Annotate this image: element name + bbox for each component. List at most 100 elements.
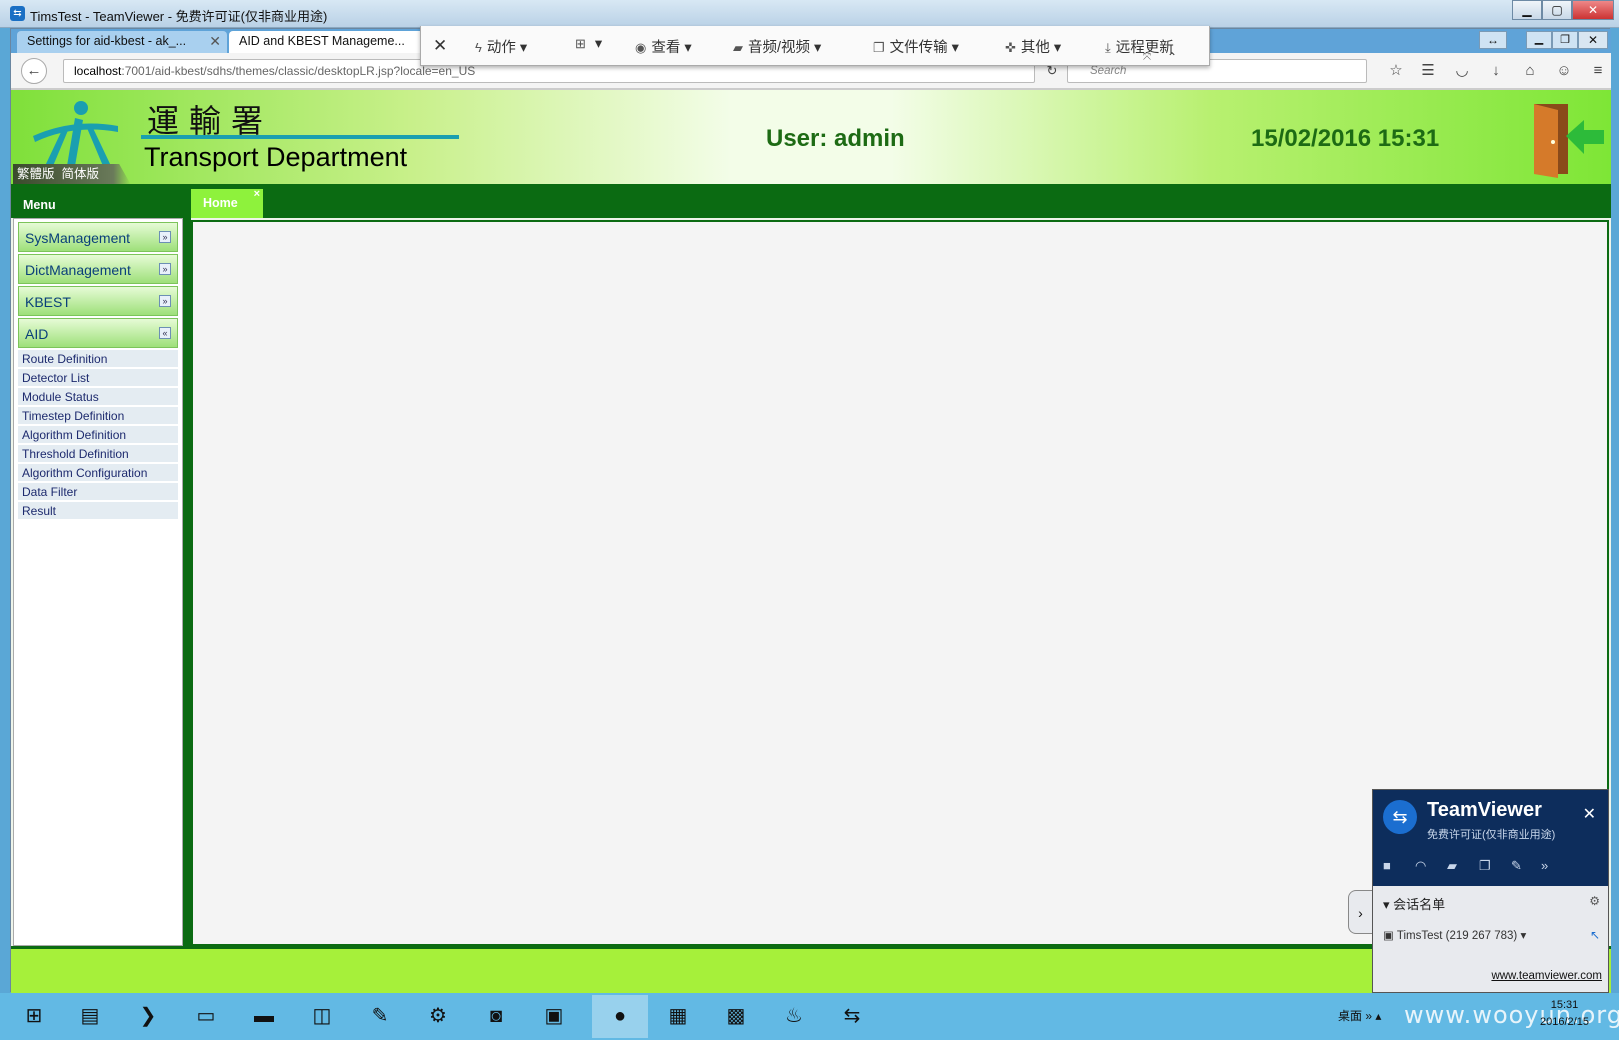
tab-settings[interactable]: Settings for aid-kbest - ak_... ✕ [17,31,227,53]
menu-item-data-filter[interactable]: Data Filter [18,483,178,501]
url-path: :7001/aid-kbest/sdhs/themes/classic/desk… [121,64,476,78]
accordion-label: SysManagement [25,230,131,246]
remote-update-button[interactable]: ⤓ 远程更新 [1105,36,1174,57]
menu-item-module-status[interactable]: Module Status [18,388,178,406]
teamviewer-logo-icon: ⇆ [1383,800,1417,834]
menu-title: Menu [23,198,56,212]
java-icon[interactable]: ♨ [766,995,822,1038]
accordion-kbest[interactable]: KBEST » [18,286,178,316]
lang-traditional-link[interactable]: 繁體版 [17,167,55,181]
minimize-button[interactable]: ▁ [1512,0,1542,20]
file-explorer-icon[interactable]: ▭ [178,995,234,1038]
teamviewer-link[interactable]: www.teamviewer.com [1491,970,1602,982]
logout-icon[interactable] [1526,98,1606,178]
teamviewer-taskbar-icon[interactable]: ⇆ [824,995,880,1038]
firefox-icon[interactable]: ● [592,995,648,1038]
actions-menu[interactable]: ϟ 动作 ▾ [475,36,527,57]
control-panel-icon[interactable]: ▦ [650,995,706,1038]
home-icon[interactable]: ⌂ [1519,61,1541,81]
desktop-toolbar-label[interactable]: 桌面 [1338,1009,1362,1023]
file-transfer-menu[interactable]: ❐ 文件传输 ▾ [873,36,959,57]
close-tab-icon[interactable]: ✕ [209,33,221,50]
accordion-sysmanagement[interactable]: SysManagement » [18,222,178,252]
file-icon: ❐ [873,40,885,55]
panel-close-icon[interactable]: ✕ [1583,804,1596,824]
gear-icon[interactable]: ⚙ [1589,894,1600,908]
powershell-icon[interactable]: ❯ [120,995,176,1038]
menu-item-detector-list[interactable]: Detector List [18,369,178,387]
reading-list-icon[interactable]: ☰ [1417,61,1439,81]
command-prompt-icon[interactable]: ▬ [236,995,292,1038]
headset-icon[interactable]: ◠ [1415,858,1426,874]
browser-minimize-icon[interactable]: ▁ [1526,31,1552,49]
tools-icon[interactable]: ✎ [1511,858,1522,874]
collapse-toolbar-icon[interactable]: ⌃ [1167,50,1177,64]
window-title: TimsTest - TeamViewer - 免费许可证(仅非商业用途) [30,9,328,24]
close-button[interactable]: ✕ [1572,0,1614,20]
notes-icon[interactable]: ◫ [294,995,350,1038]
title-underline [141,135,459,139]
pointer-icon[interactable]: ↖ [1590,928,1600,942]
view-menu[interactable]: ◉ 查看 ▾ [635,36,692,57]
session-list-header[interactable]: ▾ 会话名单 [1383,894,1445,913]
accordion-label: DictManagement [25,262,131,278]
window-app-icon[interactable]: ▣ [526,995,582,1038]
expand-icon[interactable]: » [159,231,171,243]
chat-icon[interactable]: ▰ [1447,858,1457,874]
file-icon[interactable]: ❐ [1479,858,1491,874]
menu-item-threshold-definition[interactable]: Threshold Definition [18,445,178,463]
maximize-button[interactable]: ▢ [1542,0,1572,20]
server-manager-icon[interactable]: ▤ [62,995,118,1038]
toolbar-close-icon[interactable]: ✕ [433,36,447,56]
menu-item-algorithm-definition[interactable]: Algorithm Definition [18,426,178,444]
url-host: localhost [74,64,122,78]
chat-icon[interactable]: ☺ [1553,61,1575,81]
more-icon[interactable]: » [1541,858,1548,873]
tab-label: Settings for aid-kbest - ak_... [27,34,187,48]
current-user: User: admin [766,125,905,152]
close-home-tab-icon[interactable]: × [254,180,260,209]
menu-item-timestep-definition[interactable]: Timestep Definition [18,407,178,425]
sidebar-splitter[interactable] [183,218,191,946]
windows-menu[interactable]: ⊞ ▾ [575,36,602,52]
resize-icon[interactable]: ↔ [1479,31,1507,49]
tab-label: AID and KBEST Manageme... [239,34,405,48]
menu-icon[interactable]: ≡ [1587,61,1609,81]
teamviewer-toolbar: ✕ ϟ 动作 ▾ ⊞ ▾ ◉ 查看 ▾ ▰ 音频/视频 ▾ ❐ 文件传输 ▾ ✜ 其他 ▾… [420,26,1210,66]
download-icon: ⤓ [1105,40,1111,55]
accordion-label: KBEST [25,294,71,310]
editor-icon[interactable]: ✎ [352,995,408,1038]
back-icon[interactable]: ← [21,58,47,84]
collapse-icon[interactable]: « [159,327,171,339]
web-page: 運輸署 Transport Department 繁體版 简体版 User: a… [11,89,1611,993]
settings-gear-icon[interactable]: ⚙ [410,995,466,1038]
tab-home[interactable]: Home × [191,188,263,218]
browser-close-icon[interactable]: ✕ [1578,31,1608,49]
header-banner: 運輸署 Transport Department 繁體版 简体版 User: a… [11,89,1611,185]
clock-date: 2016/2/15 [1540,1016,1589,1028]
panel-expand-button[interactable]: › [1348,890,1372,934]
expand-icon[interactable]: » [159,295,171,307]
fullscreen-icon[interactable]: ⤧ [1143,52,1151,63]
accordion-aid[interactable]: AID « [18,318,178,348]
browser-restore-icon[interactable]: ❐ [1552,31,1578,49]
tab-aid-kbest[interactable]: AID and KBEST Manageme... [229,31,429,53]
video-icon[interactable]: ■ [1383,858,1391,873]
menu-item-result[interactable]: Result [18,502,178,520]
pocket-icon[interactable]: ◡ [1451,61,1473,81]
menu-item-route-definition[interactable]: Route Definition [18,350,178,368]
audio-video-menu[interactable]: ▰ 音频/视频 ▾ [733,36,821,57]
department-name: Transport Department [144,142,408,172]
start-button-icon[interactable]: ⊞ [6,995,62,1038]
database-icon[interactable]: ◙ [468,995,524,1038]
firewall-icon[interactable]: ▩ [708,995,764,1038]
other-menu[interactable]: ✜ 其他 ▾ [1005,36,1061,57]
menu-item-algorithm-configuration[interactable]: Algorithm Configuration [18,464,178,482]
session-entry[interactable]: ▣ TimsTest (219 267 783) ▾ [1383,928,1526,942]
bookmark-star-icon[interactable]: ☆ [1385,61,1407,81]
download-icon[interactable]: ↓ [1485,61,1507,81]
clock[interactable]: 15:31 2016/2/15 [1540,997,1589,1031]
accordion-dictmanagement[interactable]: DictManagement » [18,254,178,284]
expand-icon[interactable]: » [159,263,171,275]
lang-simplified-link[interactable]: 简体版 [61,167,99,181]
